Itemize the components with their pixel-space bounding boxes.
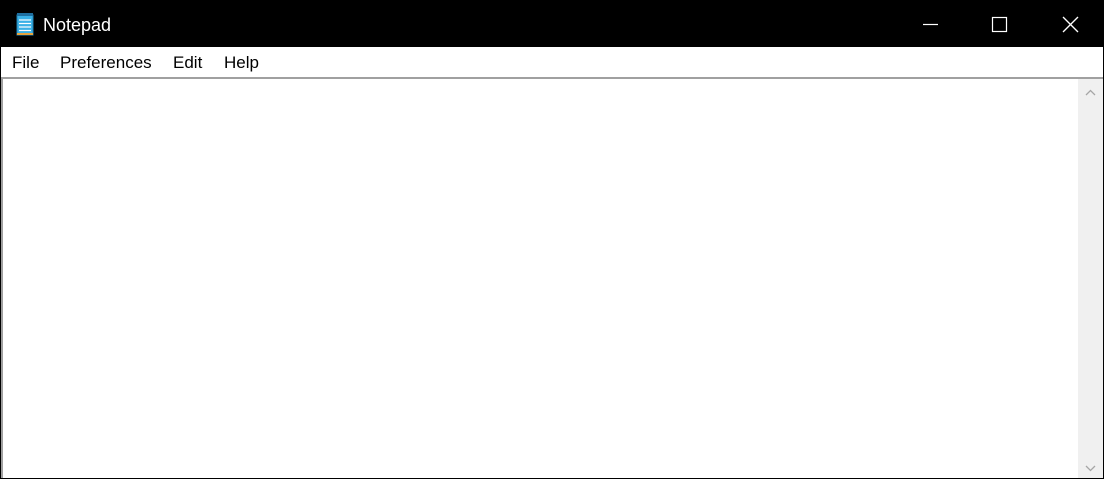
close-icon bbox=[1062, 16, 1079, 33]
maximize-button[interactable] bbox=[964, 1, 1034, 47]
editor-frame bbox=[1, 77, 1078, 478]
scroll-down-button[interactable] bbox=[1078, 458, 1103, 478]
window-title: Notepad bbox=[43, 15, 112, 35]
menu-file[interactable]: File bbox=[12, 53, 39, 73]
notepad-icon bbox=[16, 13, 34, 36]
minimize-icon bbox=[923, 23, 938, 26]
title-bar[interactable]: Notepad bbox=[1, 1, 1103, 47]
vertical-scrollbar[interactable] bbox=[1078, 77, 1103, 478]
scroll-up-button[interactable] bbox=[1078, 81, 1103, 103]
notepad-window: Notepad File Preferences Edit Help bbox=[0, 0, 1104, 479]
menu-edit[interactable]: Edit bbox=[173, 53, 202, 73]
menu-bar: File Preferences Edit Help bbox=[1, 47, 1103, 77]
maximize-icon bbox=[991, 16, 1008, 33]
close-button[interactable] bbox=[1033, 1, 1103, 47]
menu-preferences[interactable]: Preferences bbox=[60, 53, 152, 73]
text-editor[interactable] bbox=[3, 79, 1078, 478]
chevron-up-icon bbox=[1085, 89, 1096, 96]
menu-help[interactable]: Help bbox=[224, 53, 259, 73]
chevron-down-icon bbox=[1085, 465, 1096, 472]
minimize-button[interactable] bbox=[895, 1, 965, 47]
